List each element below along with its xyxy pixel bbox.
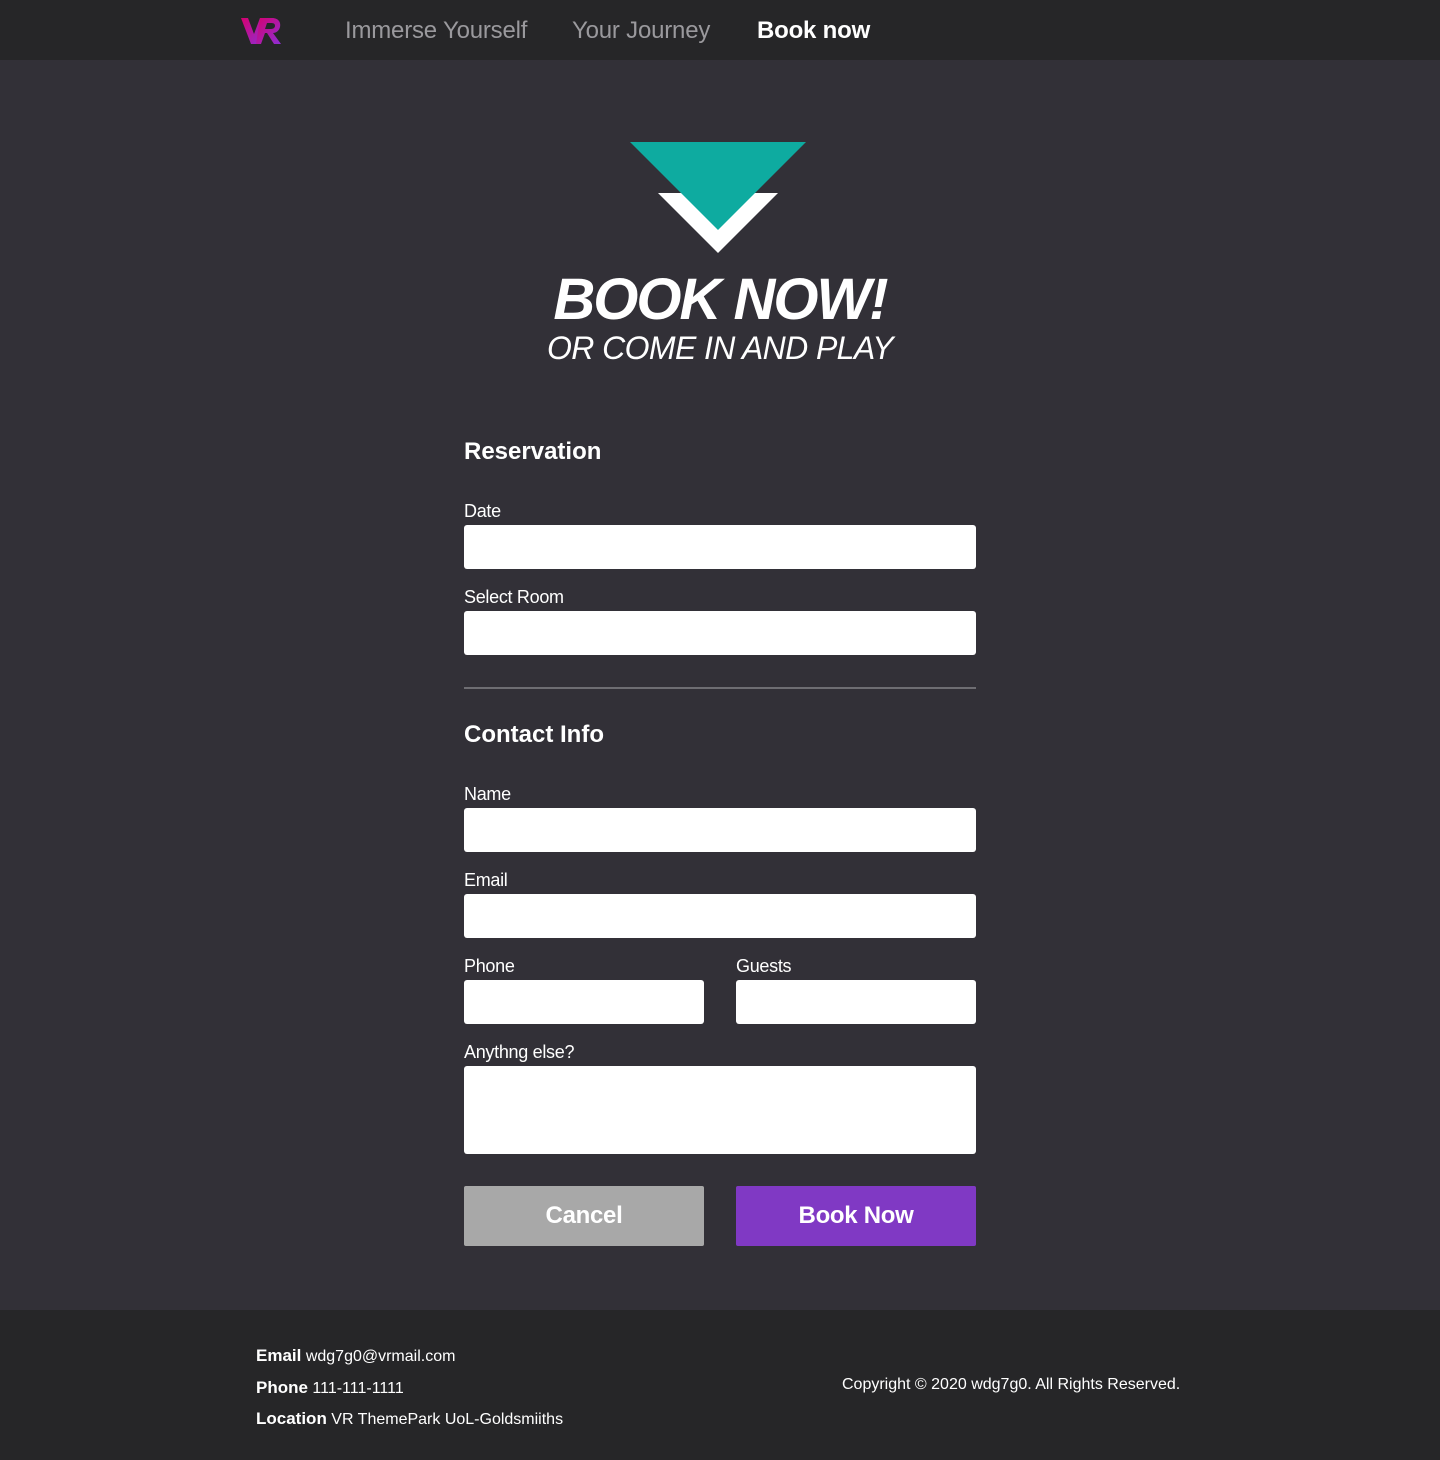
notes-label: Anythng else?: [464, 1042, 575, 1062]
select-room-label: Select Room: [464, 587, 564, 607]
book-now-button[interactable]: Book Now: [736, 1186, 976, 1246]
name-label: Name: [464, 784, 511, 804]
page-footer: Email wdg7g0@vrmail.com Phone 111-111-11…: [0, 1310, 1440, 1460]
email-label: Email: [464, 870, 508, 890]
guests-input[interactable]: [736, 980, 976, 1024]
email-input[interactable]: [464, 894, 976, 938]
footer-email-value[interactable]: wdg7g0@vrmail.com: [306, 1348, 456, 1365]
nav-link-book-now[interactable]: Book now: [757, 15, 870, 47]
hero-title: BOOK NOW!: [553, 267, 888, 332]
footer-phone-key: Phone: [256, 1378, 308, 1397]
name-input[interactable]: [464, 808, 976, 852]
footer-email-key: Email: [256, 1346, 302, 1365]
copyright-text: Copyright © 2020 wdg7g0. All Rights Rese…: [842, 1376, 1181, 1393]
date-input[interactable]: [464, 525, 976, 569]
footer-location-key: Location: [256, 1409, 327, 1428]
phone-label: Phone: [464, 956, 515, 976]
guests-label: Guests: [736, 956, 792, 976]
cancel-button[interactable]: Cancel: [464, 1186, 704, 1246]
select-room-input[interactable]: [464, 611, 976, 655]
footer-email: Email wdg7g0@vrmail.com: [256, 1345, 455, 1368]
reservation-heading: Reservation: [464, 438, 602, 465]
nav-link-your-journey[interactable]: Your Journey: [572, 15, 710, 47]
hero-subtitle: OR COME IN AND PLAY: [547, 330, 894, 366]
date-label: Date: [464, 501, 501, 521]
chevron-down-icon: [630, 142, 806, 253]
footer-location-value: VR ThemePark UoL-Goldsmiiths: [331, 1411, 564, 1428]
footer-phone: Phone 111-111-1111: [256, 1377, 404, 1400]
nav-link-immerse-yourself[interactable]: Immerse Yourself: [345, 15, 527, 47]
phone-input[interactable]: [464, 980, 704, 1024]
footer-phone-value[interactable]: 111-111-1111: [312, 1380, 403, 1397]
contact-info-heading: Contact Info: [464, 721, 604, 748]
top-navbar: Immerse Yourself Your Journey Book now: [0, 0, 1440, 60]
notes-textarea[interactable]: [464, 1066, 976, 1154]
section-divider: [464, 687, 976, 689]
footer-location: Location VR ThemePark UoL-Goldsmiiths: [256, 1408, 563, 1431]
vr-logo-icon[interactable]: [240, 15, 284, 47]
